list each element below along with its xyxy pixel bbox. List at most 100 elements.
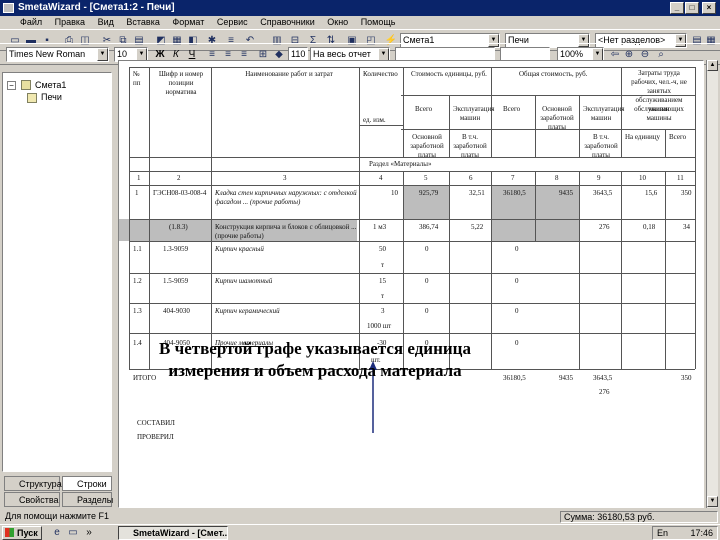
menu-help[interactable]: Помощь [361,17,396,27]
app-icon [3,3,14,13]
scroll-up-icon[interactable]: ▲ [707,60,718,71]
grid-line [359,67,360,369]
font-combo[interactable]: Times New Roman ▼ [6,47,109,62]
tree-panel: − Смета1 Печи [2,72,112,472]
header-total: Всего [669,133,687,141]
row-name: Кладка стен кирпичных наружных: с отделк… [215,189,357,206]
header-all: Всего [415,105,433,113]
col-number: 3 [283,174,287,182]
grid-line [129,333,695,334]
row-machines: 32,51 [469,189,485,197]
row-machines-total: 276 [599,223,610,231]
page-icon [27,93,37,103]
row-code: (1.8.3) [169,223,188,231]
header-per-unit: На единицу [625,133,660,141]
menu-tools[interactable]: Сервис [217,17,248,27]
tab-structure[interactable]: Структура [4,476,62,491]
tab-sections[interactable]: Разделы [62,492,113,507]
row-unit-price: 925,79 [419,189,439,197]
vertical-scrollbar[interactable]: ▲ ▼ [706,60,718,508]
grid-line [665,129,666,157]
total-machines: 3643,5 [593,374,613,382]
header-num: № пп [133,70,141,87]
menu-references[interactable]: Справочники [260,17,315,27]
row-name: Кирпич керамический [215,307,280,315]
taskbar-app-button[interactable]: SmetaWizard - [Смет... [118,526,228,540]
row-name: Кирпич шамотный [215,277,273,285]
header-name: Наименование работ и затрат [245,70,333,78]
row-qty: 10 [391,189,398,197]
col-number: 11 [677,174,684,182]
grid-line [129,67,130,369]
header-basic-wage: Основной заработной платы [540,105,574,131]
desktop-icon[interactable]: ▭ [66,526,80,539]
row-code: 1.3-9059 [163,245,189,253]
total-wage: 9435 [559,374,573,382]
status-sum: Сумма: 36180,53 руб. [560,511,718,523]
total-labor: 350 [681,374,692,382]
menu-window[interactable]: Окно [327,17,348,27]
grid-line [695,67,696,369]
grid-line [665,171,666,369]
menu-view[interactable]: Вид [98,17,114,27]
row-unit-price: 0 [425,307,429,315]
row-total: 0 [515,339,519,347]
menu-edit[interactable]: Правка [55,17,85,27]
status-hint: Для помощи нажмите F1 [5,511,109,521]
row-labor-unit: 15,6 [645,189,658,197]
row-wage: 9435 [559,189,573,197]
system-tray: En 17:46 [652,526,718,540]
row-unit-price: 0 [425,277,429,285]
grid-line [579,95,580,157]
document-icon [21,80,31,90]
scroll-down-icon[interactable]: ▼ [707,496,718,507]
tab-properties[interactable]: Свойства [4,492,60,507]
header-code: Шифр и номер позиции норматива [158,70,204,96]
callout-text: В четвертой графе указывается единица из… [130,338,500,382]
row-code: 404-9030 [163,307,190,315]
grid-line [129,219,695,220]
minimize-button[interactable]: _ [670,2,684,14]
col-number: 6 [469,174,473,182]
header-incl: В т.ч. заработной платы [453,133,487,159]
row-unit-price: 0 [425,245,429,253]
row-unit-price: 386,74 [419,223,439,231]
tree-item-estimate[interactable]: Смета1 [35,80,66,90]
start-button[interactable]: Пуск [2,526,42,540]
grid-line [535,171,536,241]
row-qty: 3 [381,307,385,315]
chevron-down-icon[interactable]: ▼ [97,48,108,61]
window-title: SmetaWizard - [Сметa1:2 - Печи] [18,2,175,13]
row-machines-total: 3643,5 [593,189,613,197]
header-total-cost: Общая стоимость, руб. [519,70,588,78]
collapse-icon[interactable]: − [7,81,16,90]
row-unit: т [381,261,385,269]
row-total: 0 [515,277,519,285]
estimate-document: № пп Шифр и номер позиции норматива Наим… [118,60,704,508]
menu-format[interactable]: Формат [172,17,204,27]
row-code: 1.5-9059 [163,277,189,285]
grid-line [449,95,450,157]
maximize-button[interactable]: □ [685,2,699,14]
section-title: Раздел «Материалы» [369,160,432,168]
menu-insert[interactable]: Вставка [126,17,159,27]
grid-line [129,67,695,68]
lang-indicator[interactable]: En [657,528,668,538]
ie-icon[interactable]: e [50,526,64,539]
grid-line [535,95,536,157]
row-labor-total: 350 [681,189,692,197]
row-machines: 5,22 [471,223,484,231]
tree-item-section[interactable]: Печи [41,92,62,102]
header-qty: Количество [363,70,398,78]
tab-rows[interactable]: Строки [62,476,112,491]
more-icon[interactable]: » [82,526,96,539]
menu-file[interactable]: Файл [20,17,42,27]
col-number: 7 [511,174,515,182]
row-unit: т [381,292,385,300]
col-number: 8 [555,174,559,182]
row-code: ГЭСН08-03-008-4 [153,189,207,197]
compiled-label: СОСТАВИЛ [137,419,175,427]
close-button[interactable]: × [702,2,716,14]
callout-line-1: В четвертой графе указывается единица [159,339,471,358]
grid-line [621,171,622,369]
